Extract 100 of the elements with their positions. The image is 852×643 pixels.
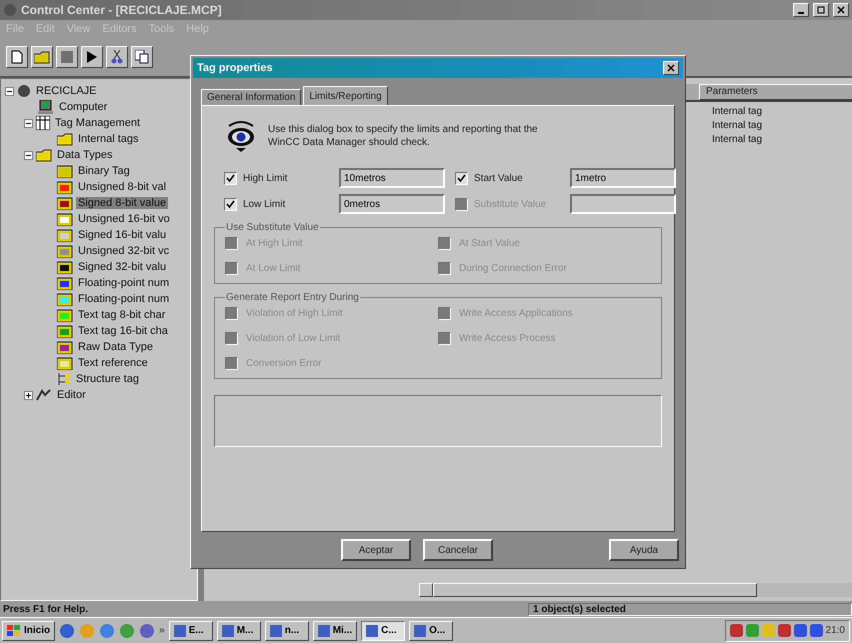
copy-icon[interactable] xyxy=(131,46,153,68)
checkbox[interactable] xyxy=(224,198,237,210)
tree-item[interactable]: Floating-point num xyxy=(76,277,172,289)
windows-logo-icon xyxy=(7,624,21,636)
checkbox-label: Violation of High Limit xyxy=(246,308,343,319)
collapse-icon[interactable] xyxy=(5,86,14,96)
quick-launch-icon[interactable] xyxy=(139,622,156,638)
clock: 21:0 xyxy=(826,625,845,636)
table-cell-text: Internal tag xyxy=(712,133,764,147)
restore-icon[interactable] xyxy=(813,3,829,17)
structure-icon xyxy=(57,372,71,386)
window-title: Control Center - [RECICLAJE.MCP] xyxy=(21,3,223,17)
tree-item[interactable]: Text tag 16-bit cha xyxy=(76,325,170,337)
dialog-button[interactable]: Aceptar xyxy=(341,539,411,561)
tree-item[interactable]: Unsigned 16-bit vo xyxy=(76,213,172,225)
tree-item[interactable]: Structure tag xyxy=(74,373,141,385)
horizontal-scrollbar[interactable] xyxy=(419,583,852,597)
taskbar-button[interactable]: n... xyxy=(264,620,309,640)
checkbox-label: Violation of Low Limit xyxy=(246,333,340,344)
tree-item[interactable]: Signed 8-bit value xyxy=(76,197,168,209)
folder-icon xyxy=(57,276,73,290)
folder-icon xyxy=(57,340,73,354)
app-icon xyxy=(222,624,234,636)
stop-icon[interactable] xyxy=(56,46,78,68)
cut-icon[interactable] xyxy=(106,46,128,68)
dialog-title: Tag properties xyxy=(197,62,274,74)
checkbox-label: Write Access Process xyxy=(459,333,556,344)
folder-icon xyxy=(57,164,73,178)
checkbox-label: Substitute Value xyxy=(474,198,548,210)
tree-item[interactable]: Floating-point num xyxy=(76,293,172,305)
tree-item[interactable]: Unsigned 8-bit val xyxy=(76,181,168,193)
folder-icon xyxy=(57,356,73,370)
taskbar-button[interactable]: Mi... xyxy=(312,620,358,640)
tray-icon[interactable] xyxy=(794,624,807,637)
checkbox[interactable] xyxy=(455,172,468,184)
close-button[interactable] xyxy=(663,61,679,75)
column-header[interactable]: Parameters xyxy=(699,84,852,100)
tab[interactable]: Limits/Reporting xyxy=(303,86,388,105)
minimize-icon[interactable] xyxy=(793,3,809,17)
tree-item[interactable]: Signed 16-bit valu xyxy=(76,229,168,241)
collapse-icon[interactable] xyxy=(24,150,33,160)
checkbox-label: At Start Value xyxy=(459,238,520,249)
status-text: Press F1 for Help. xyxy=(2,604,90,614)
checkbox-label: Write Access Applications xyxy=(459,308,573,319)
tray-icon[interactable] xyxy=(730,624,743,637)
dialog-button[interactable]: Ayuda xyxy=(609,539,679,561)
app-icon xyxy=(414,624,426,636)
checkbox-label: At Low Limit xyxy=(246,263,300,274)
input-field[interactable] xyxy=(570,194,676,214)
tree-item[interactable]: Text reference xyxy=(76,357,150,369)
editor-icon xyxy=(36,388,52,402)
tree-item[interactable]: Data Types xyxy=(55,149,114,161)
checkbox-label: Start Value xyxy=(474,172,524,184)
tree-item[interactable]: Unsigned 32-bit vc xyxy=(76,245,172,257)
input-field[interactable]: 10metros xyxy=(339,168,445,188)
folder-icon xyxy=(57,132,73,146)
tree-item[interactable]: Internal tags xyxy=(76,133,141,145)
tree-item[interactable]: Tag Management xyxy=(53,117,142,129)
close-icon[interactable] xyxy=(833,3,849,17)
tree-item[interactable]: Signed 32-bit valu xyxy=(76,261,168,273)
app-logo-icon xyxy=(3,3,17,17)
open-folder-icon[interactable] xyxy=(31,46,53,68)
tree-item[interactable]: Raw Data Type xyxy=(76,341,156,353)
tree-item[interactable]: Computer xyxy=(57,101,110,113)
expand-icon[interactable] xyxy=(24,390,33,400)
globe-icon xyxy=(17,84,31,98)
new-file-icon[interactable] xyxy=(6,46,28,68)
start-button[interactable]: Inicio xyxy=(2,620,56,640)
folder-icon xyxy=(57,212,73,226)
folder-icon xyxy=(57,180,73,194)
tree-item[interactable]: RECICLAJE xyxy=(34,85,99,97)
quick-launch-icon[interactable] xyxy=(59,622,76,638)
table-cell-text: Internal tag xyxy=(712,105,764,119)
computer-icon xyxy=(38,100,54,114)
app-icon xyxy=(174,624,186,636)
tree-item[interactable]: Text tag 8-bit char xyxy=(76,309,168,321)
more-icon[interactable]: » xyxy=(159,625,165,636)
tab[interactable]: General Information xyxy=(201,89,302,105)
taskbar-button[interactable]: O... xyxy=(409,620,454,640)
taskbar-button[interactable]: C... xyxy=(361,620,406,640)
folder-icon xyxy=(57,324,73,338)
app-icon xyxy=(318,624,330,636)
input-field[interactable]: 1metro xyxy=(570,168,676,188)
tree-item[interactable]: Binary Tag xyxy=(76,165,132,177)
folder-icon xyxy=(36,148,52,162)
checkbox[interactable] xyxy=(224,172,237,184)
tray-icon[interactable] xyxy=(810,624,823,637)
folder-icon xyxy=(57,228,73,242)
play-icon[interactable] xyxy=(81,46,103,68)
input-field[interactable]: 0metros xyxy=(339,194,445,214)
folder-icon xyxy=(57,260,73,274)
checkbox-label: At High Limit xyxy=(246,238,303,249)
description-text: Use this dialog box to specify the limits and reporting that the WinCC Data Manager should check. xyxy=(268,123,539,149)
checkbox-label: Low Limit xyxy=(243,198,286,210)
taskbar-button[interactable]: M... xyxy=(216,620,261,640)
taskbar-button[interactable]: E... xyxy=(168,620,213,640)
tray-icon[interactable] xyxy=(778,624,791,637)
collapse-icon[interactable] xyxy=(24,118,33,128)
dialog-button[interactable]: Cancelar xyxy=(423,539,493,561)
tree-item[interactable]: Editor xyxy=(55,389,88,401)
